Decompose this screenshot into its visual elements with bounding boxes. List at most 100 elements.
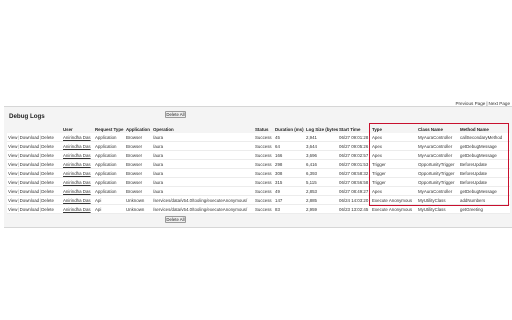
table-row: View|Download|Delete Anirindha Das Applica…	[7, 177, 510, 187]
download-link[interactable]: Download	[20, 189, 40, 194]
download-link[interactable]: Download	[20, 198, 40, 203]
table-row: View|Download|Delete Anirindha Das Applica…	[7, 141, 510, 151]
user-link[interactable]: Anirindha Das	[63, 162, 91, 167]
view-link[interactable]: View	[8, 153, 17, 158]
download-link[interactable]: Download	[20, 207, 40, 212]
delete-link[interactable]: Delete	[41, 180, 54, 185]
duration-cell: 147	[274, 195, 305, 205]
status-cell: Success	[254, 141, 274, 151]
user-cell: Anirindha Das	[62, 133, 94, 142]
delete-link[interactable]: Delete	[41, 144, 54, 149]
class-name-cell: MyUtilityClass	[417, 195, 459, 205]
request-type-cell: Application	[94, 177, 125, 187]
user-link[interactable]: Anirindha Das	[63, 135, 91, 140]
delete-link[interactable]: Delete	[41, 162, 54, 167]
download-link[interactable]: Download	[20, 162, 40, 167]
view-link[interactable]: View	[8, 144, 17, 149]
duration-cell: 49	[274, 186, 305, 196]
panel-title: Debug Logs	[9, 113, 45, 120]
operation-cell: /services/data/v54.0/tooling/executeAnon…	[152, 195, 254, 205]
table-row: View|Download|Delete Anirindha Das Applica…	[7, 186, 510, 196]
class-name-cell: MyAuraController	[417, 150, 459, 160]
log-size-cell: 5,115	[305, 177, 338, 187]
application-cell: Unknown	[125, 204, 152, 214]
column-header: Type	[371, 126, 417, 133]
request-type-cell: Application	[94, 186, 125, 196]
row-actions: View|Download|Delete	[7, 186, 62, 196]
type-cell: Execute Anonymous	[371, 195, 417, 205]
column-header: Log Size (bytes)	[305, 126, 338, 133]
type-cell: Apex	[371, 150, 417, 160]
view-link[interactable]: View	[8, 171, 17, 176]
request-type-cell: Api	[94, 195, 125, 205]
download-link[interactable]: Download	[20, 171, 40, 176]
user-link[interactable]: Anirindha Das	[63, 153, 91, 158]
type-cell: Apex	[371, 133, 417, 142]
row-actions: View|Download|Delete	[7, 195, 62, 205]
log-size-cell: 3,696	[305, 150, 338, 160]
status-cell: Success	[254, 204, 274, 214]
view-link[interactable]: View	[8, 207, 17, 212]
download-link[interactable]: Download	[20, 144, 40, 149]
user-link[interactable]: Anirindha Das	[63, 198, 91, 203]
delete-link[interactable]: Delete	[41, 198, 54, 203]
request-type-cell: Application	[94, 141, 125, 151]
operation-cell: /aura	[152, 186, 254, 196]
debug-logs-panel: Debug Logs Delete All User Request Type Ap…	[4, 106, 512, 228]
user-link[interactable]: Anirindha Das	[63, 171, 91, 176]
delete-all-button-top[interactable]: Delete All	[165, 111, 186, 118]
method-name-cell: getDebugMessage	[459, 186, 510, 196]
log-size-cell: 2,853	[305, 186, 338, 196]
user-link[interactable]: Anirindha Das	[63, 207, 91, 212]
application-cell: Browser	[125, 141, 152, 151]
view-link[interactable]: View	[8, 162, 17, 167]
user-link[interactable]: Anirindha Das	[63, 189, 91, 194]
column-header: Class Name	[417, 126, 459, 133]
application-cell: Browser	[125, 177, 152, 187]
duration-cell: 64	[274, 141, 305, 151]
class-name-cell: OpportunityTrigger	[417, 168, 459, 178]
duration-cell: 45	[274, 133, 305, 142]
download-link[interactable]: Download	[20, 180, 40, 185]
log-size-cell: 2,885	[305, 195, 338, 205]
row-actions: View|Download|Delete	[7, 159, 62, 169]
view-link[interactable]: View	[8, 180, 17, 185]
method-name-cell: BeforeUpdate	[459, 177, 510, 187]
download-link[interactable]: Download	[20, 135, 40, 140]
user-link[interactable]: Anirindha Das	[63, 180, 91, 185]
row-actions: View|Download|Delete	[7, 141, 62, 151]
view-link[interactable]: View	[8, 198, 17, 203]
column-header	[7, 126, 62, 133]
download-link[interactable]: Download	[20, 153, 40, 158]
delete-link[interactable]: Delete	[41, 207, 54, 212]
delete-all-button-bottom[interactable]: Delete All	[165, 216, 186, 223]
table-row: View|Download|Delete Anirindha Das Applica…	[7, 168, 510, 178]
start-time-cell: 06/27 09:05:26	[338, 141, 371, 151]
table-row: View|Download|Delete Anirindha Das Api Unkn…	[7, 204, 510, 214]
status-cell: Success	[254, 159, 274, 169]
request-type-cell: Api	[94, 204, 125, 214]
delete-link[interactable]: Delete	[41, 135, 54, 140]
delete-link[interactable]: Delete	[41, 171, 54, 176]
status-cell: Success	[254, 195, 274, 205]
user-link[interactable]: Anirindha Das	[63, 144, 91, 149]
delete-link[interactable]: Delete	[41, 153, 54, 158]
debug-logs-table: User Request Type Application Operation Stat…	[7, 126, 510, 214]
application-cell: Browser	[125, 150, 152, 160]
type-cell: Trigger	[371, 177, 417, 187]
view-link[interactable]: View	[8, 135, 17, 140]
method-name-cell: BeforeUpdate	[459, 159, 510, 169]
view-link[interactable]: View	[8, 189, 17, 194]
row-actions: View|Download|Delete	[7, 177, 62, 187]
start-time-cell: 06/27 08:58:32	[338, 168, 371, 178]
start-time-cell: 06/24 14:03:20	[338, 195, 371, 205]
log-size-cell: 6,416	[305, 159, 338, 169]
delete-link[interactable]: Delete	[41, 189, 54, 194]
application-cell: Browser	[125, 133, 152, 142]
row-actions: View|Download|Delete	[7, 204, 62, 214]
start-time-cell: 06/27 09:01:28	[338, 133, 371, 142]
status-cell: Success	[254, 133, 274, 142]
status-cell: Success	[254, 186, 274, 196]
log-size-cell: 6,393	[305, 168, 338, 178]
log-size-cell: 2,959	[305, 204, 338, 214]
